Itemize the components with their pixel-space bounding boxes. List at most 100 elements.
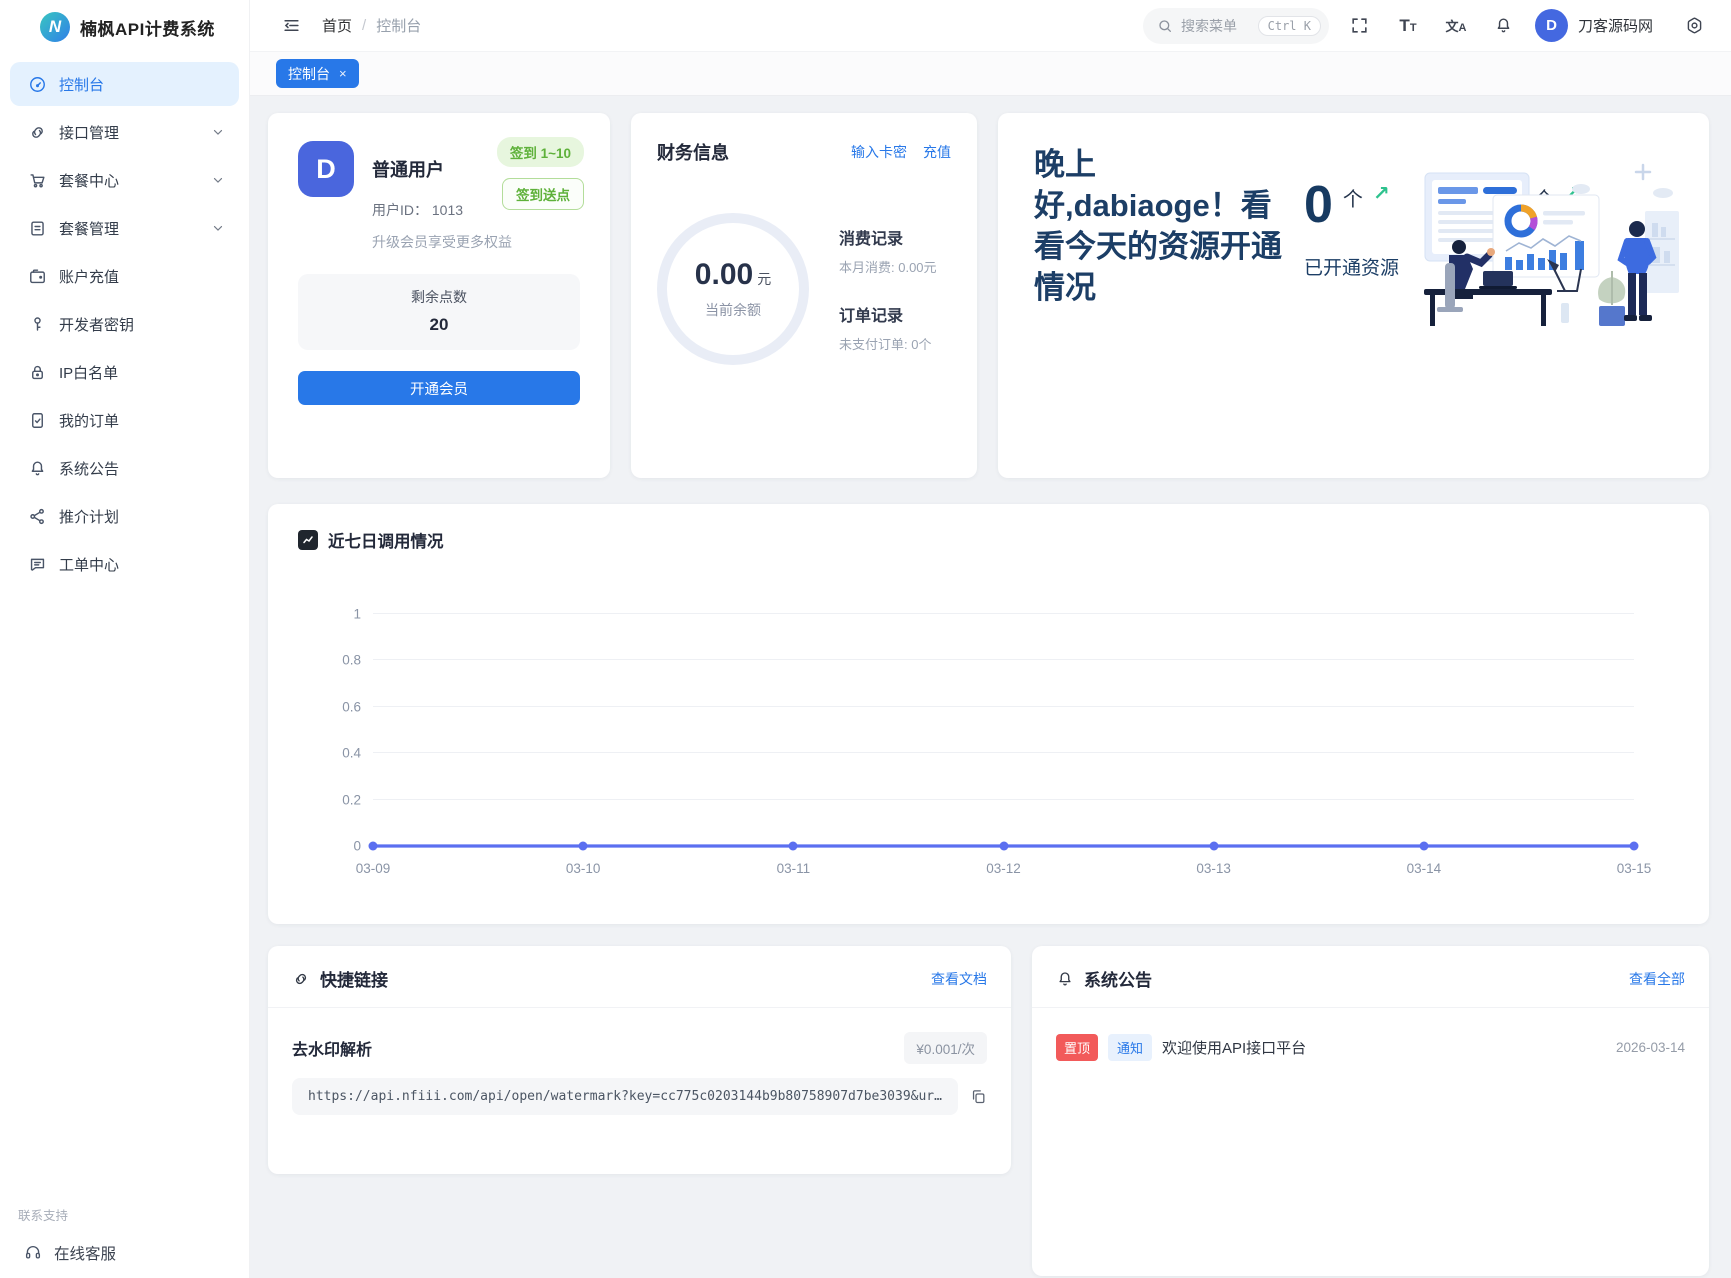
y-axis-tick: 0.4 — [342, 745, 361, 761]
search-placeholder: 搜索菜单 — [1180, 17, 1237, 34]
x-axis-tick: 03-11 — [776, 861, 811, 876]
copy-button[interactable] — [970, 1088, 987, 1105]
link-icon — [295, 973, 307, 984]
chart-title: 近七日调用情况 — [328, 533, 444, 551]
chevron-down-icon — [211, 125, 225, 139]
tab-dashboard[interactable]: 控制台 × — [276, 59, 359, 88]
username: 刀客源码网 — [1577, 18, 1653, 35]
user-card: D 普通用户 用户ID： 1013 升级会员享受更多权益 签到 1~10 签到送… — [268, 113, 610, 478]
tab-label: 控制台 — [288, 65, 330, 82]
sidebar-item-api[interactable]: 接口管理 — [10, 110, 239, 154]
upgrade-hint: 升级会员享受更多权益 — [372, 234, 512, 250]
sidebar-item-label: 接口管理 — [59, 124, 120, 142]
sidebar-item-my-orders[interactable]: 我的订单 — [10, 398, 239, 442]
search-icon — [1159, 19, 1171, 32]
breadcrumb-current: 控制台 — [376, 18, 422, 35]
office-illustration — [1421, 151, 1679, 326]
language-button[interactable]: 文A — [1439, 9, 1473, 43]
enter-card-key-link[interactable]: 输入卡密 — [851, 142, 907, 162]
balance-ring: 0.00 元 当前余额 — [657, 213, 809, 365]
price-badge: ¥0.001/次 — [904, 1032, 987, 1064]
sidebar-item-package-center[interactable]: 套餐中心 — [10, 158, 239, 202]
balance-unit: 元 — [757, 271, 772, 287]
order-record-title: 订单记录 — [839, 308, 904, 325]
consume-record-title: 消费记录 — [839, 231, 904, 248]
menu-fold-icon — [283, 19, 299, 32]
balance-label: 当前余额 — [705, 302, 761, 318]
y-axis-tick: 0.6 — [342, 699, 361, 715]
sidebar-item-recharge[interactable]: 账户充值 — [10, 254, 239, 298]
sidebar-item-announcements[interactable]: 系统公告 — [10, 446, 239, 490]
app-logo: N 楠枫API计费系统 — [0, 0, 249, 54]
support-label: 联系支持 — [18, 1209, 69, 1223]
quick-links-title: 快捷链接 — [320, 971, 388, 990]
notifications-button[interactable] — [1487, 9, 1521, 43]
font-size-button[interactable]: TT — [1391, 9, 1425, 43]
breadcrumb-separator: / — [362, 17, 367, 34]
ticket-icon — [30, 558, 45, 571]
sidebar-item-label: 工单中心 — [59, 556, 120, 574]
gear-icon — [1687, 17, 1701, 34]
order-icon — [32, 412, 43, 428]
online-service-button[interactable]: 在线客服 — [18, 1242, 231, 1264]
chart-card: 近七日调用情况 0 0.2 0.4 0.6 0.8 1 03-09 03-10 03-11 03-… — [268, 504, 1709, 924]
fullscreen-button[interactable] — [1343, 9, 1377, 43]
settings-button[interactable] — [1677, 9, 1711, 43]
x-axis-tick: 03-15 — [1616, 861, 1652, 876]
announcement-item[interactable]: 置顶 通知 欢迎使用API接口平台 2026-03-14 — [1032, 1008, 1709, 1061]
share-icon — [30, 508, 44, 524]
api-name: 去水印解析 — [292, 1042, 373, 1059]
checkin-badge: 签到 1~10 — [496, 137, 584, 167]
data-point — [1419, 841, 1429, 851]
checkin-gift-button[interactable]: 签到送点 — [502, 178, 584, 210]
sidebar-item-tickets[interactable]: 工单中心 — [10, 542, 239, 586]
sidebar-item-package-manage[interactable]: 套餐管理 — [10, 206, 239, 250]
y-axis-tick: 0.8 — [342, 652, 361, 668]
points-value: 20 — [429, 315, 449, 335]
view-docs-link[interactable]: 查看文档 — [931, 969, 987, 989]
finance-title: 财务信息 — [657, 143, 729, 163]
line-chart: 0 0.2 0.4 0.6 0.8 1 03-09 03-10 03-11 03-12 03-13 0… — [342, 607, 1634, 876]
x-axis-tick: 03-13 — [1196, 861, 1231, 876]
consume-record-detail: 本月消费: 0.00元 — [839, 260, 937, 275]
lock-icon — [32, 365, 43, 379]
data-point — [368, 841, 378, 851]
y-axis-tick: 0 — [353, 838, 361, 854]
open-vip-button[interactable]: 开通会员 — [298, 371, 580, 406]
user-menu[interactable]: D 刀客源码网 — [1534, 9, 1653, 42]
sidebar-item-label: 推介计划 — [59, 508, 120, 526]
sidebar-item-label: 控制台 — [59, 76, 105, 94]
cart-icon — [30, 173, 45, 187]
chart-series-line — [373, 614, 1634, 846]
quick-link-item: 去水印解析 ¥0.001/次 https://api.nfiii.com/api… — [268, 1008, 1011, 1115]
bell-icon — [31, 460, 44, 475]
collapse-sidebar-button[interactable] — [274, 9, 308, 43]
breadcrumb-home[interactable]: 首页 — [322, 15, 352, 36]
close-icon[interactable]: × — [339, 66, 347, 81]
package-icon — [31, 220, 44, 236]
data-point — [1629, 841, 1639, 851]
font-size-icon: TT — [1399, 15, 1417, 35]
online-service-label: 在线客服 — [54, 1246, 117, 1263]
pinned-badge: 置顶 — [1055, 1034, 1098, 1061]
view-all-link[interactable]: 查看全部 — [1629, 969, 1685, 989]
x-axis-tick: 03-14 — [1406, 861, 1442, 876]
sidebar-item-label: 账户充值 — [59, 268, 120, 286]
user-avatar: D — [298, 141, 354, 197]
sidebar-item-dev-key[interactable]: 开发者密钥 — [10, 302, 239, 346]
stat-label: 已开通资源 — [1304, 258, 1400, 279]
copy-icon — [972, 1090, 985, 1104]
sidebar-item-label: IP白名单 — [59, 364, 119, 382]
data-point — [999, 841, 1008, 851]
search-input[interactable]: 搜索菜单 Ctrl K — [1142, 7, 1329, 44]
sidebar-footer: 联系支持 在线客服 — [0, 1205, 249, 1264]
sidebar-item-ip-whitelist[interactable]: IP白名单 — [10, 350, 239, 394]
bell-icon — [1059, 971, 1071, 986]
sidebar-item-referral[interactable]: 推介计划 — [10, 494, 239, 538]
line-chart-icon — [298, 530, 318, 550]
balance-value: 0.00 — [694, 258, 754, 291]
sidebar-item-dashboard[interactable]: 控制台 — [10, 62, 239, 106]
fullscreen-icon — [1352, 18, 1368, 33]
recharge-link[interactable]: 充值 — [923, 142, 951, 162]
api-url-field[interactable]: https://api.nfiii.com/api/open/watermark… — [292, 1078, 958, 1115]
